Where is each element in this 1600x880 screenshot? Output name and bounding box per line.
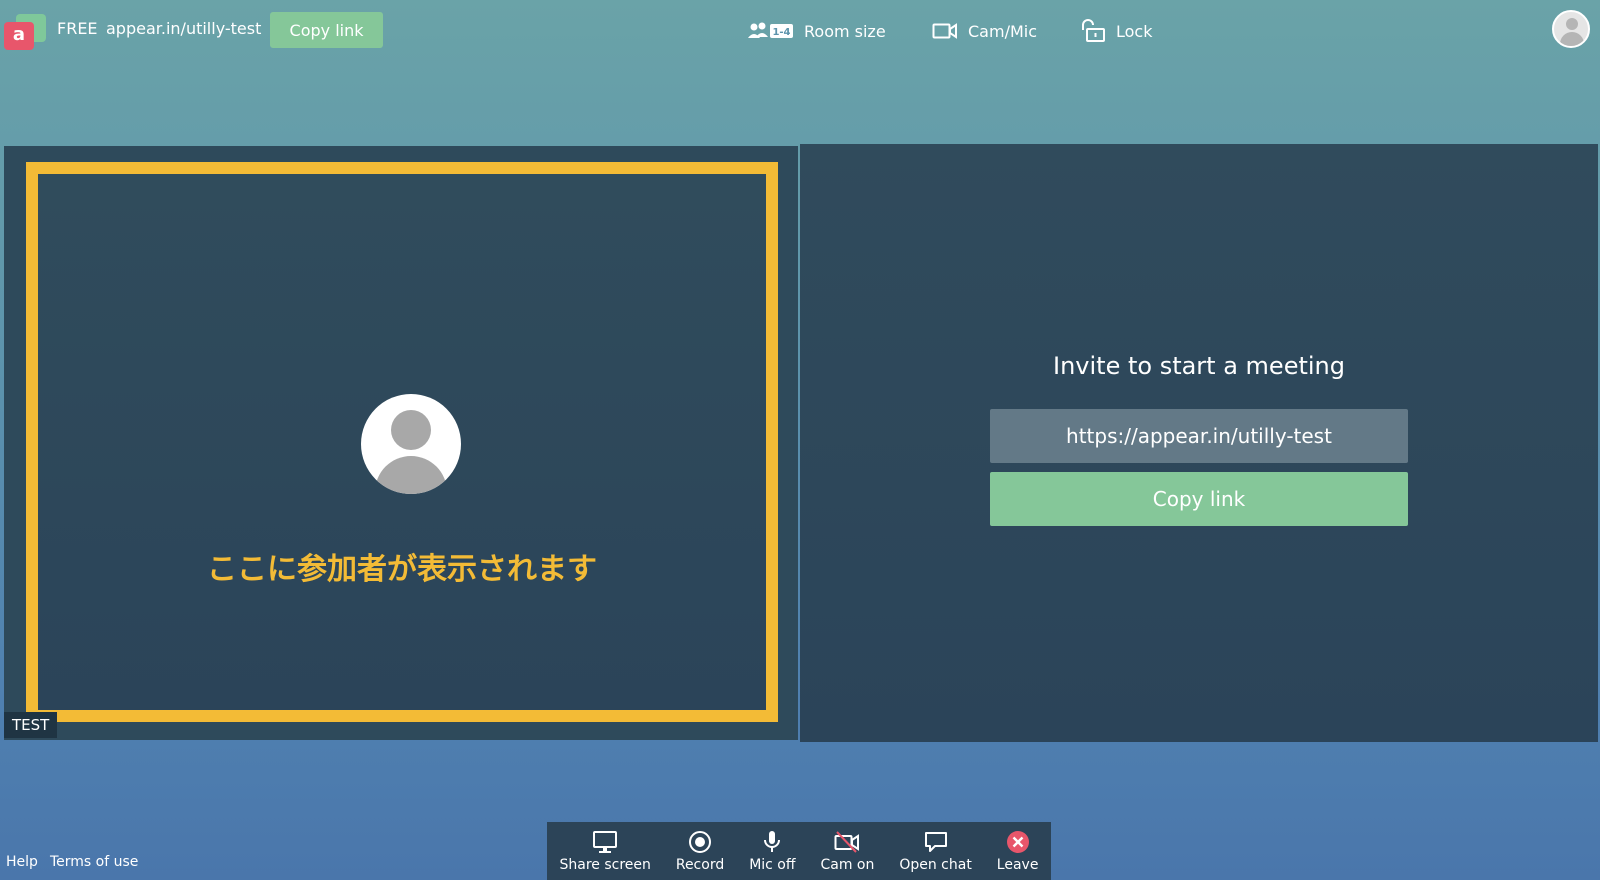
participant-note: ここに参加者が表示されます (207, 552, 597, 587)
invite-url-field[interactable]: https://appear.in/utilly-test (990, 409, 1408, 463)
cam-mic-button[interactable]: Cam/Mic (932, 18, 1037, 44)
share-screen-label: Share screen (559, 856, 651, 873)
logo-letter: a (4, 22, 34, 50)
monitor-icon (593, 830, 618, 853)
lock-button[interactable]: Lock (1080, 18, 1152, 44)
open-chat-label: Open chat (899, 856, 972, 873)
copy-link-button-top[interactable]: Copy link (270, 12, 383, 48)
leave-label: Leave (996, 856, 1039, 873)
open-chat-button[interactable]: Open chat (899, 830, 972, 873)
profile-body (1560, 32, 1584, 46)
lock-label: Lock (1116, 21, 1153, 41)
mic-label: Mic off (749, 856, 796, 873)
avatar-body (375, 456, 447, 494)
microphone-icon (764, 830, 781, 852)
self-video-tile: ここに参加者が表示されます TEST (4, 146, 798, 740)
leave-button[interactable]: Leave (996, 830, 1039, 873)
call-controls: Share screen Record Mic off Cam on Open … (547, 822, 1051, 880)
camera-icon (932, 23, 957, 39)
profile-head (1566, 18, 1578, 30)
invite-panel: Invite to start a meeting https://appear… (800, 144, 1598, 742)
room-size-badge: 1-4 (772, 27, 790, 38)
room-size-button[interactable]: 1-4 Room size (748, 18, 886, 44)
cam-button[interactable]: Cam on (820, 830, 874, 873)
participant-avatar-icon (361, 394, 461, 494)
leave-icon (1006, 830, 1029, 853)
room-name: appear.in/utilly-test (106, 19, 262, 38)
people-icon: 1-4 (748, 22, 793, 38)
copy-link-button[interactable]: Copy link (990, 472, 1408, 526)
top-bar: a FREE appear.in/utilly-test Copy link 1… (0, 0, 1600, 60)
participant-highlight-frame: ここに参加者が表示されます (26, 162, 778, 722)
profile-avatar-icon[interactable] (1552, 10, 1590, 48)
share-screen-button[interactable]: Share screen (559, 830, 651, 873)
terms-link[interactable]: Terms of use (50, 854, 138, 870)
invite-title: Invite to start a meeting (1053, 352, 1345, 380)
cam-label: Cam on (820, 856, 875, 873)
participant-name-tag: TEST (4, 712, 58, 738)
room-size-label: Room size (804, 21, 886, 41)
camera-off-icon (834, 830, 860, 853)
record-button[interactable]: Record (676, 830, 724, 873)
record-label: Record (675, 856, 725, 873)
cam-mic-label: Cam/Mic (968, 21, 1037, 41)
unlock-icon (1082, 19, 1105, 42)
record-icon (689, 830, 712, 853)
help-link[interactable]: Help (6, 854, 38, 870)
mic-button[interactable]: Mic off (749, 830, 796, 873)
avatar-head (391, 410, 431, 450)
plan-label: FREE (57, 19, 98, 38)
chat-icon (924, 831, 947, 852)
appear-in-logo-icon[interactable]: a (4, 14, 46, 50)
